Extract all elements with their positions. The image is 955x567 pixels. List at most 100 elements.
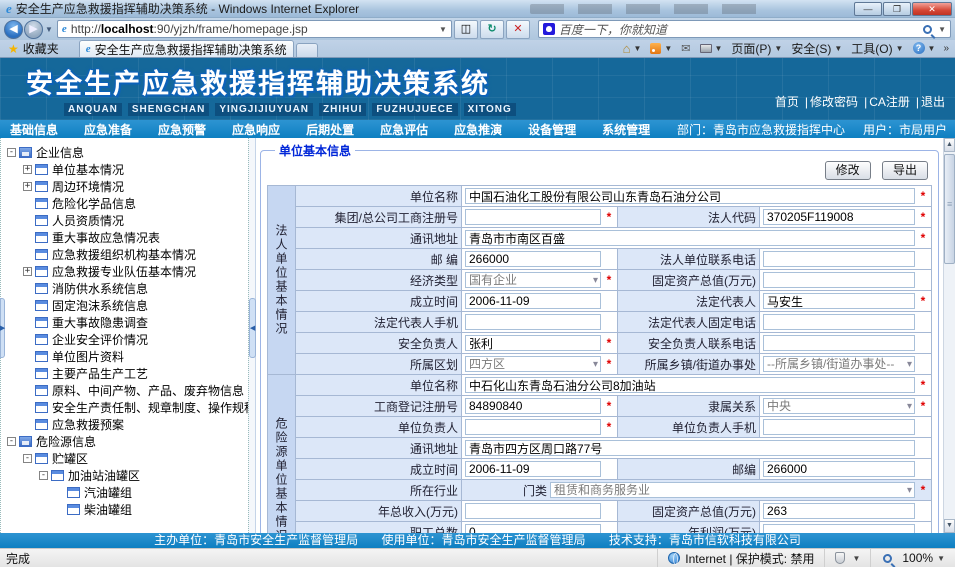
- tree-item[interactable]: +汽油罐组: [7, 484, 246, 501]
- tree-item[interactable]: +应急救援专业队伍基本情况: [7, 263, 246, 280]
- nav-item-应急准备[interactable]: 应急准备: [84, 121, 132, 138]
- home-button[interactable]: ⌂▼: [623, 42, 642, 55]
- field-input[interactable]: [465, 524, 601, 533]
- field-input[interactable]: [763, 272, 915, 288]
- favorites-button[interactable]: ★ 收藏夹: [0, 40, 67, 57]
- splitter-collapse-handle[interactable]: ◀: [249, 298, 256, 358]
- nav-item-系统管理[interactable]: 系统管理: [602, 121, 650, 138]
- nav-item-应急评估[interactable]: 应急评估: [380, 121, 428, 138]
- tree-item[interactable]: +应急救援组织机构基本情况: [7, 246, 246, 263]
- protected-mode-control[interactable]: ▼: [824, 549, 870, 567]
- field-input[interactable]: [465, 230, 915, 246]
- browser-tab[interactable]: e 安全生产应急救援指挥辅助决策系统: [79, 40, 294, 57]
- left-collapse-handle[interactable]: ▶: [0, 298, 5, 358]
- tree-expander-icon[interactable]: -: [23, 454, 32, 463]
- tree-item[interactable]: +柴油罐组: [7, 501, 246, 518]
- back-button[interactable]: ◀: [4, 20, 23, 39]
- field-input[interactable]: [465, 377, 915, 393]
- tree-item[interactable]: +安全生产责任制、规章制度、操作规程信息: [7, 399, 246, 416]
- tree-item[interactable]: -企业信息: [7, 144, 246, 161]
- tree-item[interactable]: +周边环境情况: [7, 178, 246, 195]
- tree-item[interactable]: +单位基本情况: [7, 161, 246, 178]
- maximize-button[interactable]: ❐: [883, 2, 911, 16]
- tree-item[interactable]: +危险化学品信息: [7, 195, 246, 212]
- field-input[interactable]: [465, 335, 601, 351]
- tree-item[interactable]: +企业安全评价情况: [7, 331, 246, 348]
- top-link-首页[interactable]: 首页: [775, 95, 799, 109]
- tree-item[interactable]: -加油站油罐区: [7, 467, 246, 484]
- overflow-chevron-icon[interactable]: »: [943, 43, 949, 54]
- modify-button[interactable]: 修改: [825, 161, 871, 180]
- feeds-button[interactable]: ▼: [650, 43, 672, 54]
- field-input[interactable]: [763, 503, 915, 519]
- field-input[interactable]: [763, 293, 915, 309]
- tree-expander-icon[interactable]: -: [7, 437, 16, 446]
- field-input[interactable]: [465, 461, 601, 477]
- scrollbar-thumb[interactable]: [944, 154, 955, 264]
- field-select[interactable]: 四方区: [465, 356, 601, 372]
- field-input[interactable]: [763, 209, 915, 225]
- new-tab-button[interactable]: [296, 43, 318, 57]
- field-input[interactable]: [763, 314, 915, 330]
- top-link-CA注册[interactable]: CA注册: [869, 95, 910, 109]
- top-link-退出[interactable]: 退出: [921, 95, 945, 109]
- field-input[interactable]: [763, 524, 915, 533]
- field-input[interactable]: [465, 398, 601, 414]
- minimize-button[interactable]: —: [854, 2, 882, 16]
- search-input[interactable]: 百度一下，你就知道 ▼: [538, 20, 951, 38]
- tree-item[interactable]: +原料、中间产物、产品、废弃物信息: [7, 382, 246, 399]
- top-link-修改密码[interactable]: 修改密码: [810, 95, 858, 109]
- tree-expander-icon[interactable]: -: [39, 471, 48, 480]
- field-input[interactable]: [465, 440, 915, 456]
- field-input[interactable]: [465, 503, 601, 519]
- scroll-down-icon[interactable]: ▼: [944, 519, 955, 533]
- field-select[interactable]: 国有企业: [465, 272, 601, 288]
- url-field[interactable]: e http://localhost:90/yjzh/frame/homepag…: [57, 20, 452, 38]
- scroll-up-icon[interactable]: ▲: [944, 138, 955, 152]
- nav-item-应急预警[interactable]: 应急预警: [158, 121, 206, 138]
- field-input[interactable]: [465, 209, 601, 225]
- field-select[interactable]: --所属乡镇/街道办事处--: [763, 356, 915, 372]
- tree-item[interactable]: -危险源信息: [7, 433, 246, 450]
- field-select[interactable]: 中央: [763, 398, 915, 414]
- tree-expander-icon[interactable]: +: [23, 182, 32, 191]
- field-input[interactable]: [763, 251, 915, 267]
- field-input[interactable]: [465, 314, 601, 330]
- field-input[interactable]: [763, 461, 915, 477]
- export-button[interactable]: 导出: [882, 161, 928, 180]
- stop-button[interactable]: ✕: [506, 20, 530, 39]
- nav-item-应急响应[interactable]: 应急响应: [232, 121, 280, 138]
- nav-item-设备管理[interactable]: 设备管理: [528, 121, 576, 138]
- field-input[interactable]: [465, 188, 915, 204]
- field-select[interactable]: 租赁和商务服务业: [550, 482, 915, 498]
- nav-item-后期处置[interactable]: 后期处置: [306, 121, 354, 138]
- tree-item[interactable]: +重大事故应急情况表: [7, 229, 246, 246]
- tree-expander-icon[interactable]: +: [23, 267, 32, 276]
- field-input[interactable]: [465, 251, 601, 267]
- tree-item[interactable]: +主要产品生产工艺: [7, 365, 246, 382]
- tree-expander-icon[interactable]: -: [7, 148, 16, 157]
- vertical-scrollbar[interactable]: ▲ ▼: [943, 138, 955, 533]
- tools-menu[interactable]: 工具(O)▼: [851, 40, 903, 57]
- field-input[interactable]: [465, 293, 601, 309]
- search-dropdown-icon[interactable]: ▼: [938, 25, 946, 34]
- field-input[interactable]: [465, 419, 601, 435]
- safety-menu[interactable]: 安全(S)▼: [791, 40, 842, 57]
- tree-expander-icon[interactable]: +: [23, 165, 32, 174]
- close-button[interactable]: ✕: [912, 2, 952, 16]
- zoom-control[interactable]: 100% ▼: [870, 549, 955, 567]
- page-menu[interactable]: 页面(P)▼: [731, 40, 782, 57]
- tree-item[interactable]: +固定泡沫系统信息: [7, 297, 246, 314]
- refresh-button[interactable]: ↻: [480, 20, 504, 39]
- tree-item[interactable]: +应急救援预案: [7, 416, 246, 433]
- field-input[interactable]: [763, 335, 915, 351]
- print-button[interactable]: ▼: [700, 44, 723, 53]
- sidebar-splitter[interactable]: ◀: [248, 138, 256, 533]
- tree-item[interactable]: +人员资质情况: [7, 212, 246, 229]
- nav-item-基础信息[interactable]: 基础信息: [10, 121, 58, 138]
- history-dropdown-icon[interactable]: ▼: [45, 25, 53, 34]
- help-menu[interactable]: ?▼: [913, 42, 936, 54]
- compatibility-view-button[interactable]: ◫: [454, 20, 478, 39]
- search-icon[interactable]: [923, 25, 932, 34]
- nav-item-应急推演[interactable]: 应急推演: [454, 121, 502, 138]
